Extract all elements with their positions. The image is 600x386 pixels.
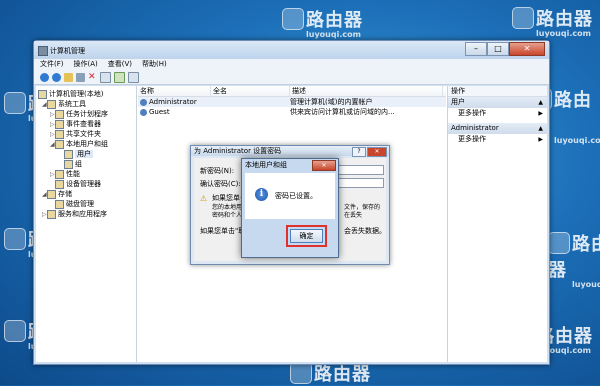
folder-icon <box>64 159 73 169</box>
router-logo-icon <box>4 92 26 114</box>
menu-action[interactable]: 操作(A) <box>74 59 98 70</box>
services-icon <box>47 209 56 219</box>
more-actions-link[interactable]: 更多操作 ▶ <box>448 134 547 145</box>
watermark: 路由器luyouqi.com <box>282 6 363 39</box>
tree-item[interactable]: ▷ 任务计划程序 <box>36 109 136 119</box>
minimize-button[interactable]: – <box>465 42 487 56</box>
dialog-body: i 密码已设置。 <box>245 173 335 219</box>
tree-item[interactable]: ▷ 事件查看器 <box>36 119 136 129</box>
confirm-password-field[interactable] <box>334 178 384 188</box>
tree-item-users[interactable]: 用户 <box>36 149 136 159</box>
router-logo-icon <box>512 7 534 29</box>
confirm-password-label: 确认密码(C): <box>200 180 241 188</box>
password-set-dialog: 本地用户和组 ✕ i 密码已设置。 确定 <box>241 158 339 258</box>
tree-item[interactable]: 设备管理器 <box>36 179 136 189</box>
event-viewer-icon <box>55 119 64 129</box>
tree-item-groups[interactable]: 组 <box>36 159 136 169</box>
performance-icon <box>55 169 64 179</box>
dialog-title-bar[interactable]: 本地用户和组 ✕ <box>242 159 338 171</box>
collapse-icon[interactable]: ▲ <box>538 123 543 134</box>
watermark: 路由器luyouqi.com <box>512 5 593 38</box>
menu-file[interactable]: 文件(F) <box>40 59 64 70</box>
column-fullname[interactable]: 全名 <box>211 86 290 96</box>
router-logo-icon <box>548 232 570 254</box>
menu-help[interactable]: 帮助(H) <box>142 59 167 70</box>
toolbar: ✕ <box>34 70 549 85</box>
folder-icon[interactable] <box>64 72 73 82</box>
navigation-tree: 计算机管理(本地) ◢ 系统工具 ▷ 任务计划程序 ▷ 事件查看器 ▷ 共享文件夹 ◢ 本… <box>36 86 137 362</box>
tree-item[interactable]: ▷ 服务和应用程序 <box>36 209 136 219</box>
dialog-message: 密码已设置。 <box>275 192 317 200</box>
disk-management-icon <box>55 199 64 209</box>
info-icon: i <box>255 188 268 201</box>
tree-item[interactable]: ▷ 共享文件夹 <box>36 129 136 139</box>
menu-bar: 文件(F) 操作(A) 查看(V) 帮助(H) <box>34 59 549 70</box>
storage-icon <box>47 189 56 199</box>
delete-icon[interactable]: ✕ <box>88 72 97 82</box>
forward-icon[interactable] <box>52 72 61 82</box>
properties-icon[interactable] <box>100 71 111 83</box>
new-password-label: 新密码(N): <box>200 167 235 175</box>
shared-folder-icon <box>55 129 64 139</box>
device-manager-icon <box>55 179 64 189</box>
help-button[interactable]: ? <box>352 147 366 157</box>
router-logo-icon <box>290 362 312 384</box>
tree-item[interactable]: ◢ 存储 <box>36 189 136 199</box>
computer-management-icon <box>38 46 48 56</box>
new-password-field[interactable] <box>334 165 384 175</box>
user-icon <box>140 98 147 106</box>
watermark: 路由器luyouqi.com <box>548 232 600 289</box>
actions-section-users[interactable]: 用户 ▲ <box>448 97 547 108</box>
actions-pane: 操作 用户 ▲ 更多操作 ▶ Administrator ▲ 更多操作 ▶ <box>447 86 547 362</box>
help-icon[interactable] <box>128 71 139 83</box>
tree-item[interactable]: 计算机管理(本地) <box>36 89 136 99</box>
view-icon[interactable] <box>76 72 85 82</box>
ok-button[interactable]: 确定 <box>290 229 323 243</box>
task-scheduler-icon <box>55 109 64 119</box>
actions-section-administrator[interactable]: Administrator ▲ <box>448 123 547 134</box>
title-bar[interactable]: 计算机管理 – □ ✕ <box>34 41 549 59</box>
tree-item[interactable]: 磁盘管理 <box>36 199 136 209</box>
computer-icon <box>38 89 47 99</box>
tools-icon <box>47 99 56 109</box>
folder-icon <box>64 149 73 159</box>
tree-item[interactable]: ◢ 本地用户和组 <box>36 139 136 149</box>
user-icon <box>140 108 147 116</box>
window-title: 计算机管理 <box>50 47 85 55</box>
column-name[interactable]: 名称 <box>138 86 211 96</box>
router-logo-icon <box>4 320 26 342</box>
highlight-box: 确定 <box>286 225 327 247</box>
list-item[interactable]: Guest 供来宾访问计算机或访问域的内... <box>138 107 446 117</box>
chevron-right-icon: ▶ <box>538 136 543 143</box>
chevron-right-icon: ▶ <box>538 110 543 117</box>
warning-icon: ⚠ <box>200 194 208 203</box>
export-icon[interactable] <box>114 71 125 83</box>
close-button[interactable]: ✕ <box>509 42 545 56</box>
router-logo-icon <box>4 228 26 250</box>
maximize-button[interactable]: □ <box>487 42 509 56</box>
dialog-title-bar[interactable]: 为 Administrator 设置密码 ? ✕ <box>191 146 389 157</box>
list-header: 名称 全名 描述 <box>138 86 446 97</box>
actions-header: 操作 <box>448 86 547 97</box>
tree-item[interactable]: ◢ 系统工具 <box>36 99 136 109</box>
menu-view[interactable]: 查看(V) <box>108 59 132 70</box>
close-button[interactable]: ✕ <box>312 160 336 171</box>
column-description[interactable]: 描述 <box>290 86 443 96</box>
collapse-icon[interactable]: ▲ <box>538 97 543 108</box>
router-logo-icon <box>282 8 304 30</box>
list-item[interactable]: Administrator 管理计算机(域)的内置帐户 <box>138 97 446 107</box>
more-actions-link[interactable]: 更多操作 ▶ <box>448 108 547 119</box>
back-icon[interactable] <box>40 72 49 82</box>
close-button[interactable]: ✕ <box>367 147 387 157</box>
tree-item[interactable]: ▷ 性能 <box>36 169 136 179</box>
users-groups-icon <box>55 139 64 149</box>
